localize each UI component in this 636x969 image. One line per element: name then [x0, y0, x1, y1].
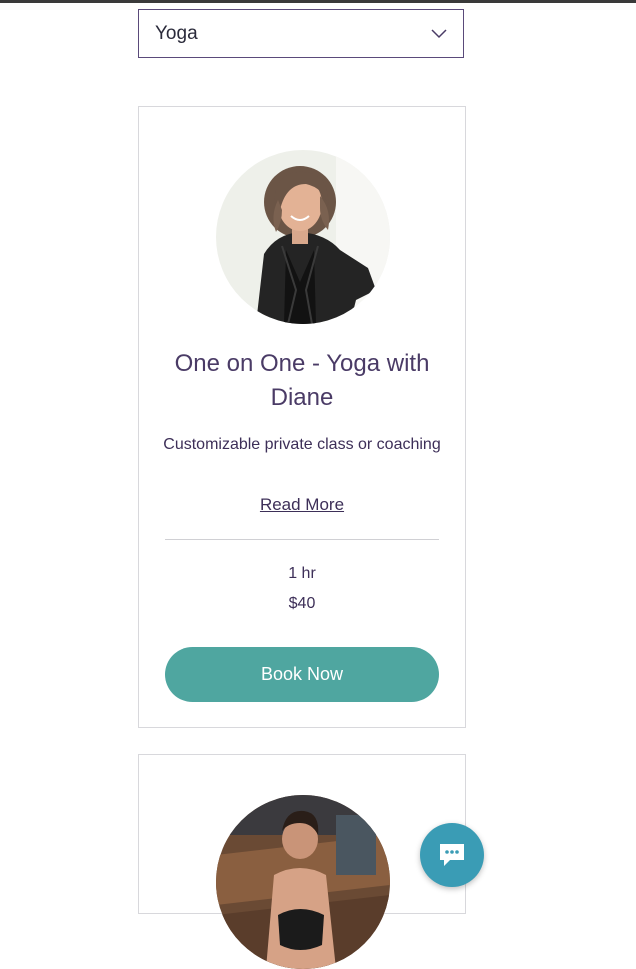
read-more-link[interactable]: Read More	[139, 495, 465, 515]
category-dropdown-value: Yoga	[155, 22, 198, 44]
book-now-button[interactable]: Book Now	[165, 647, 439, 702]
service-photo	[216, 150, 390, 324]
service-card	[138, 754, 466, 969]
service-description: Customizable private class or coaching	[163, 436, 441, 453]
chat-bubble-icon	[440, 844, 464, 866]
divider	[165, 539, 439, 540]
top-border	[0, 0, 636, 3]
service-title: One on One - Yoga with Diane	[174, 350, 430, 411]
category-dropdown[interactable]: Yoga	[138, 9, 464, 58]
service-price: $40	[288, 595, 316, 612]
chat-button[interactable]	[420, 823, 484, 887]
service-duration: 1 hr	[288, 565, 316, 582]
service-card: One on One - Yoga with Diane Customizabl…	[138, 106, 466, 728]
service-photo	[216, 795, 390, 969]
chevron-down-icon	[431, 28, 447, 38]
